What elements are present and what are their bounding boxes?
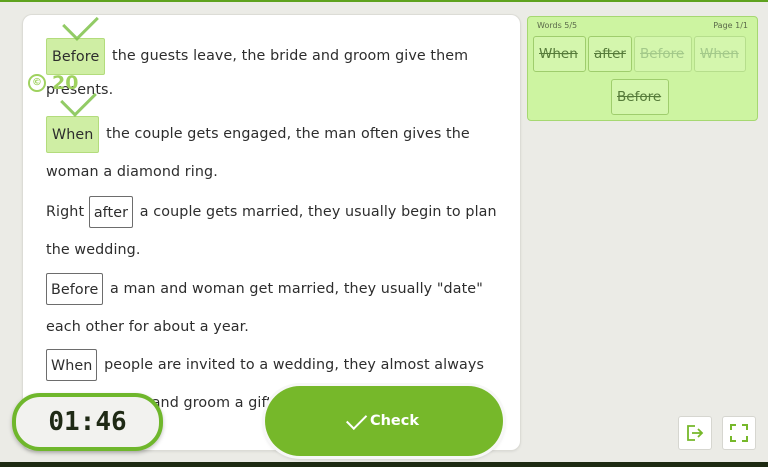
sentence-3-prefix: Right [46,204,85,220]
word-bank-header: Words 5/5 Page 1/1 [537,21,748,30]
gap-5[interactable]: When [46,349,98,381]
exit-button[interactable] [678,416,712,450]
sentence-3: Right after a couple gets married, they … [46,193,506,269]
word-chip[interactable]: Before [611,79,669,115]
sentence-2: When the couple gets engaged, the man of… [46,115,506,191]
sentence-2-continuation: woman a diamond ring. [46,164,218,180]
sentence-3-text: a couple gets married, they usually begi… [139,204,497,220]
sentence-2-text: the couple gets engaged, the man often g… [106,126,470,142]
bottom-bar [0,462,768,467]
exit-icon [687,425,704,441]
score-badge: © 20 [28,72,78,94]
gap-3[interactable]: after [88,196,134,228]
word-chip[interactable]: after [588,36,632,72]
checkmark-icon [345,408,368,430]
sentence-4: Before a man and woman get married, they… [46,270,506,346]
fullscreen-button[interactable] [722,416,756,450]
sentence-3-continuation: the wedding. [46,242,141,258]
score-value: 20 [52,72,79,94]
top-accent-bar [0,0,768,2]
gap-1[interactable]: Before [46,37,106,75]
sentence-1: Before the guests leave, the bride and g… [46,37,506,113]
sentence-1-text: the guests leave, the bride and groom gi… [112,48,469,64]
countdown-timer: 01:46 [12,393,163,451]
word-bank: Words 5/5 Page 1/1 When after Before Whe… [527,16,758,121]
fullscreen-icon [730,424,748,442]
word-chip[interactable]: When [694,36,746,72]
sentence-4-continuation: each other for about a year. [46,319,249,335]
gap-2[interactable]: When [46,115,100,153]
exercise-card: Before the guests leave, the bride and g… [23,15,520,450]
coin-icon: © [28,74,46,92]
gap-4[interactable]: Before [46,273,104,305]
words-counter: Words 5/5 [537,21,578,30]
check-button[interactable]: Check [265,386,503,456]
page-counter: Page 1/1 [713,21,748,30]
sentence-5-text: people are invited to a wedding, they al… [104,357,484,373]
check-button-label: Check [369,413,420,429]
word-chip[interactable]: When [533,36,586,72]
word-chip[interactable]: Before [634,36,692,72]
sentence-4-text: a man and woman get married, they usuall… [110,281,483,297]
